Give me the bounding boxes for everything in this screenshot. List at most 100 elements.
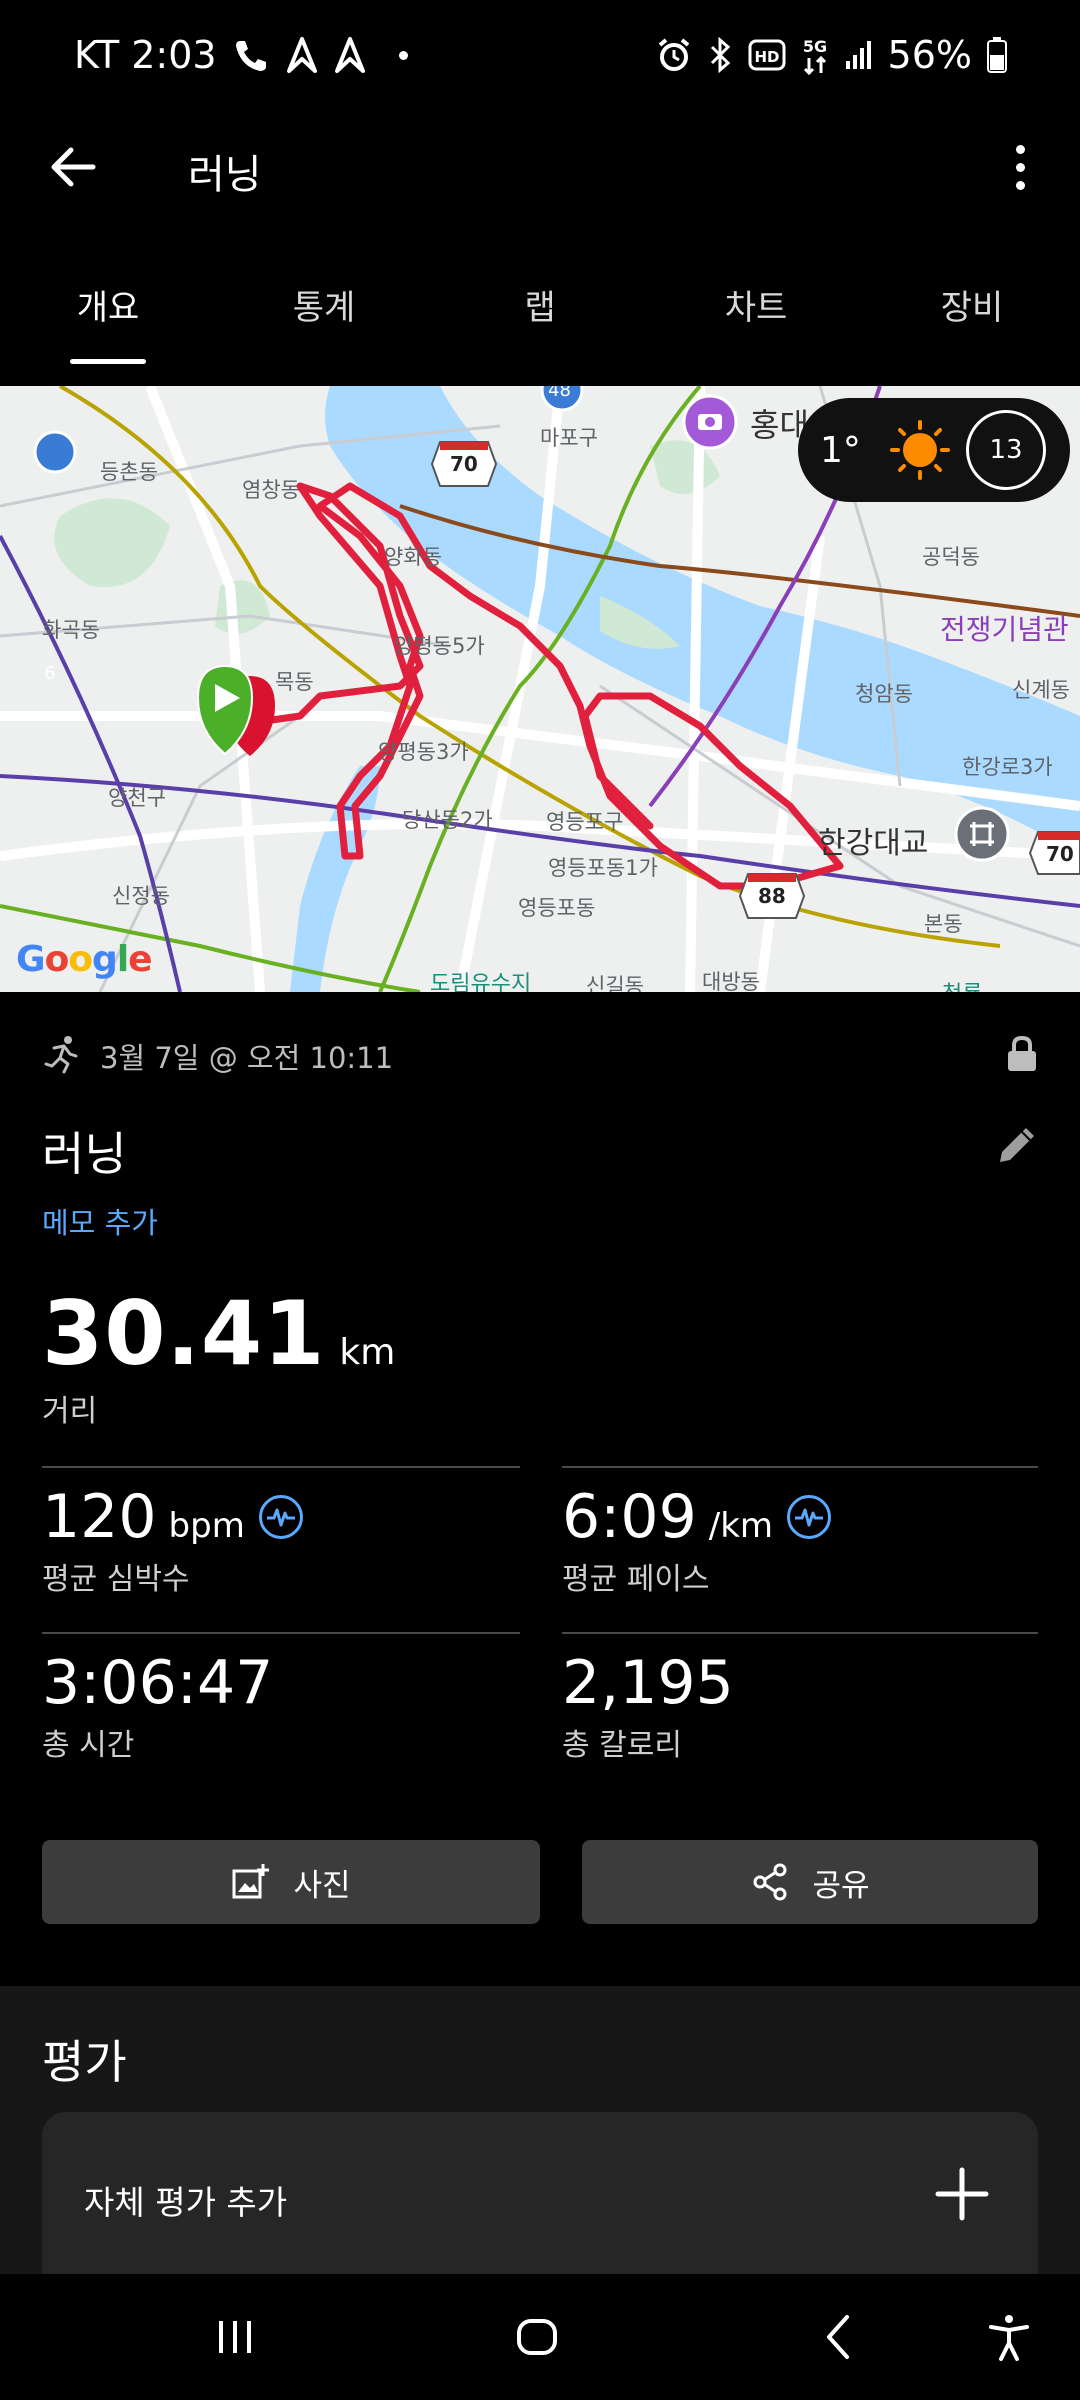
running-icon: [42, 1034, 82, 1078]
map-label-yangpyeong3: 양평동3가: [378, 740, 469, 764]
activity-icon: [333, 35, 367, 75]
status-bar: KT 2:03 HD 5G 56%: [0, 0, 1080, 110]
road-shield-6: 6: [44, 663, 56, 684]
add-photo-icon: [232, 1864, 270, 1899]
svg-text:5G: 5G: [802, 37, 826, 56]
uv-index: 13: [966, 410, 1046, 490]
map-label-gongdeok: 공덕동: [922, 545, 980, 569]
pace-label: 평균 페이스: [562, 1562, 710, 1597]
signal-icon: [844, 39, 874, 71]
pace-value: 6:09: [562, 1482, 697, 1552]
add-memo-link[interactable]: 메모 추가: [42, 1200, 158, 1242]
share-icon: [753, 1863, 787, 1901]
add-self-rating-card[interactable]: 자체 평가 추가: [42, 2112, 1038, 2292]
road-shield-70: 70: [450, 452, 478, 476]
map-label-deungchon: 등촌동: [100, 460, 158, 484]
page-title: 러닝: [188, 152, 262, 198]
tab-equipment[interactable]: 장비: [864, 252, 1080, 364]
tab-bar: 개요 통계 랩 차트 장비: [0, 252, 1080, 364]
distance: 30.41 km: [42, 1282, 395, 1385]
accessibility-icon: [989, 2315, 1029, 2361]
map-label-cheongam: 청암동: [855, 682, 913, 706]
stat-pace: 6:09 /km 평균 페이스: [562, 1466, 1038, 1598]
system-back-button[interactable]: [804, 2304, 874, 2370]
workout-meta: 3월 7일 @ 오전 10:11: [42, 1030, 1038, 1082]
map-label-singil: 신길동: [586, 974, 644, 992]
map-label-bon: 본동: [924, 912, 963, 936]
arrow-left-icon: [51, 147, 96, 187]
pencil-icon: [1000, 1128, 1034, 1162]
app-bar: 러닝: [0, 110, 1080, 222]
rating-section-title: 평가: [42, 2035, 127, 2089]
5g-icon: 5G: [800, 35, 830, 75]
map-label-hangang-bridge: 한강대교: [818, 826, 929, 861]
route-map[interactable]: 6 등촌동 염창동 마포구 홍대 화곡동 양화동 공덕동 전쟁기념관 양평동5가…: [0, 386, 1080, 992]
hd-voice-icon: HD: [748, 39, 786, 71]
pace-wave-icon[interactable]: [787, 1495, 832, 1539]
back-button[interactable]: [42, 136, 104, 198]
stat-calories: 2,195 총 칼로리: [562, 1632, 1038, 1764]
home-button[interactable]: [502, 2304, 572, 2370]
distance-unit: km: [339, 1332, 396, 1373]
distance-label: 거리: [42, 1394, 98, 1429]
more-vertical-icon: [1015, 144, 1025, 154]
map-label-dangsan2: 당산동2가: [402, 808, 493, 832]
map-label-hangangro3: 한강로3가: [962, 755, 1053, 779]
svg-text:HD: HD: [754, 48, 779, 66]
tab-stats[interactable]: 통계: [216, 252, 432, 364]
heart-rate-label: 평균 심박수: [42, 1562, 190, 1597]
bluetooth-icon: [706, 37, 734, 73]
tab-overview[interactable]: 개요: [0, 252, 216, 364]
calories-value: 2,195: [562, 1648, 734, 1718]
map-label-yangcheon: 양천구: [108, 786, 166, 810]
carrier-time: KT 2:03: [74, 33, 217, 77]
heart-rate-unit: bpm: [168, 1506, 245, 1546]
map-label-yeomchang: 염창동: [242, 478, 300, 502]
road-shield-88: 88: [758, 884, 786, 908]
map-label-hwagok: 화곡동: [42, 618, 100, 642]
road-shield-48: 48: [548, 386, 571, 401]
stat-total-time: 3:06:47 총 시간: [42, 1632, 520, 1764]
road-shield-70b: 70: [1046, 842, 1074, 866]
battery-percent: 56%: [887, 33, 972, 77]
activity-icon: [285, 35, 319, 75]
map-label-yeongdeungpo-gu: 영등포구: [546, 810, 624, 834]
map-label-war-memorial: 전쟁기념관: [940, 613, 1069, 646]
heart-rate-wave-icon[interactable]: [258, 1495, 303, 1539]
weather-widget: 1° 13: [798, 398, 1070, 502]
map-label-yeongdeungpo-1ga: 영등포동1가: [548, 856, 658, 880]
home-icon: [517, 2319, 557, 2355]
heart-rate-value: 120: [42, 1482, 157, 1552]
calories-label: 총 칼로리: [562, 1728, 682, 1763]
stat-heart-rate: 120 bpm 평균 심박수: [42, 1466, 520, 1598]
sun-icon: [890, 420, 950, 480]
map-label-mapo: 마포구: [540, 426, 598, 450]
map-label-daebang: 대방동: [702, 970, 760, 992]
map-label-sinjeong: 신정동: [112, 884, 170, 908]
add-photo-button[interactable]: 사진: [42, 1840, 540, 1924]
share-label: 공유: [812, 1867, 870, 1904]
tab-laps[interactable]: 랩: [432, 252, 648, 364]
lock-icon[interactable]: [1006, 1035, 1038, 1077]
pace-unit: /km: [708, 1506, 774, 1546]
battery-icon: [986, 36, 1008, 74]
map-label-yanghwa: 양화동: [384, 545, 442, 569]
add-photo-label: 사진: [293, 1867, 351, 1904]
distance-value: 30.41: [42, 1282, 326, 1385]
map-label-singye: 신계동: [1012, 678, 1070, 702]
recent-apps-button[interactable]: [200, 2304, 270, 2370]
total-time-label: 총 시간: [42, 1728, 135, 1763]
alarm-icon: [656, 37, 692, 73]
accessibility-button[interactable]: [974, 2304, 1044, 2370]
tab-charts[interactable]: 차트: [648, 252, 864, 364]
map-label-yeongdeungpo-dong: 영등포동: [518, 896, 596, 920]
total-time-value: 3:06:47: [42, 1648, 274, 1718]
system-navigation-bar: [0, 2274, 1080, 2400]
call-icon: [231, 35, 271, 75]
map-label-dorim: 도림유수지: [430, 972, 532, 992]
more-options-button[interactable]: [990, 134, 1050, 200]
edit-title-button[interactable]: [994, 1122, 1040, 1172]
plus-icon[interactable]: [934, 2166, 990, 2222]
share-button[interactable]: 공유: [582, 1840, 1038, 1924]
map-label-mok: 목동: [275, 670, 314, 694]
